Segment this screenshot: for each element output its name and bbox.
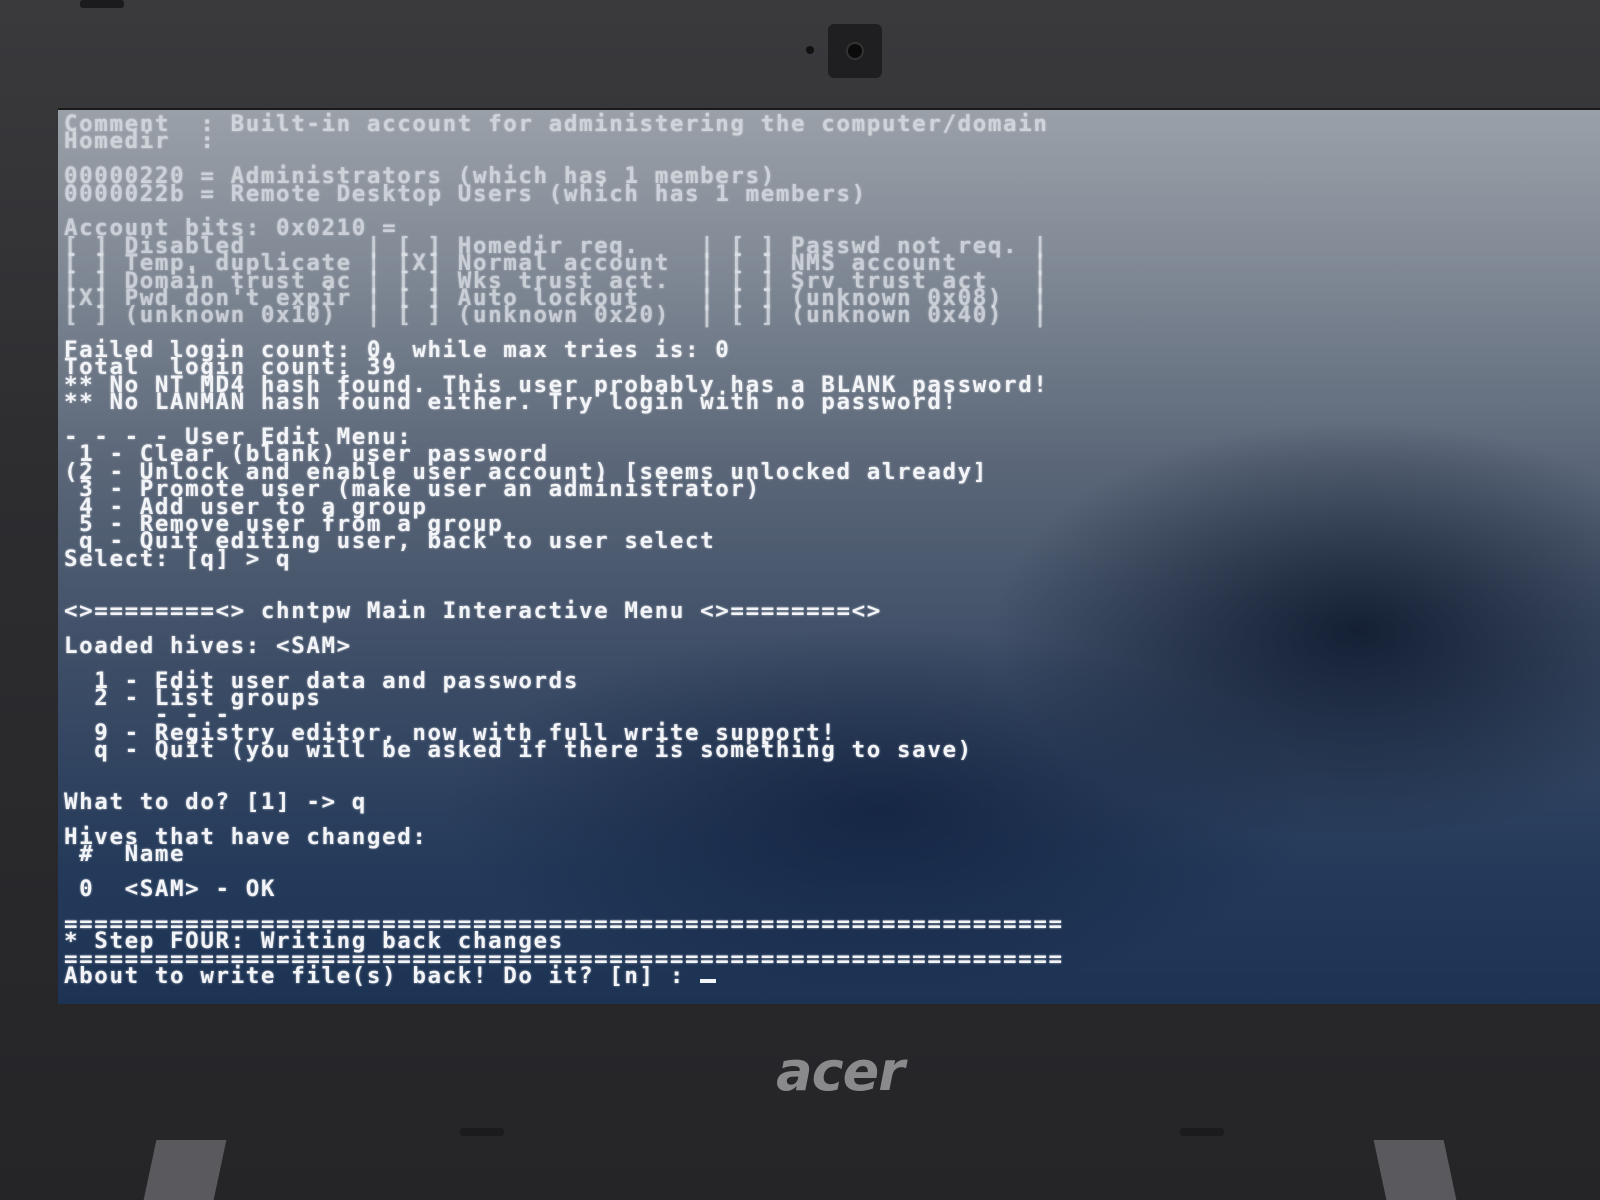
terminal-line: <>========<> chntpw Main Interactive Men… [64, 597, 882, 624]
terminal-line: q - Quit (you will be asked if there is … [64, 737, 973, 764]
terminal-line: Loaded hives: <SAM> [64, 632, 352, 659]
laptop-screen: Comment : Built-in account for administe… [58, 108, 1600, 1004]
hinge-right [1373, 1140, 1457, 1200]
terminal-line: 0000022b = Remote Desktop Users (which h… [64, 180, 867, 207]
bezel-bumper [460, 1128, 504, 1136]
hinge-left [143, 1140, 227, 1200]
terminal-line: What to do? [1] -> q [64, 789, 367, 816]
webcam-indicator-light [806, 46, 814, 54]
terminal-line: Homedir : [64, 128, 216, 155]
text-cursor[interactable] [700, 979, 717, 984]
laptop-bezel: Comment : Built-in account for administe… [0, 0, 1600, 1200]
terminal-line: [ ] (unknown 0x10) | [ ] (unknown 0x20) … [64, 302, 1049, 329]
webcam-icon [828, 24, 882, 78]
bezel-bumper [1180, 1128, 1224, 1136]
acer-logo: acer [776, 1040, 905, 1103]
terminal-line: Hives that have changed: [64, 824, 428, 851]
terminal-line: 0 <SAM> - OK [64, 876, 277, 903]
bezel-bumper [80, 0, 124, 8]
terminal-line: ** No LANMAN hash found either. Try logi… [64, 389, 958, 416]
webcam-lens [848, 44, 862, 58]
terminal-output[interactable]: Comment : Built-in account for administe… [64, 112, 1064, 987]
